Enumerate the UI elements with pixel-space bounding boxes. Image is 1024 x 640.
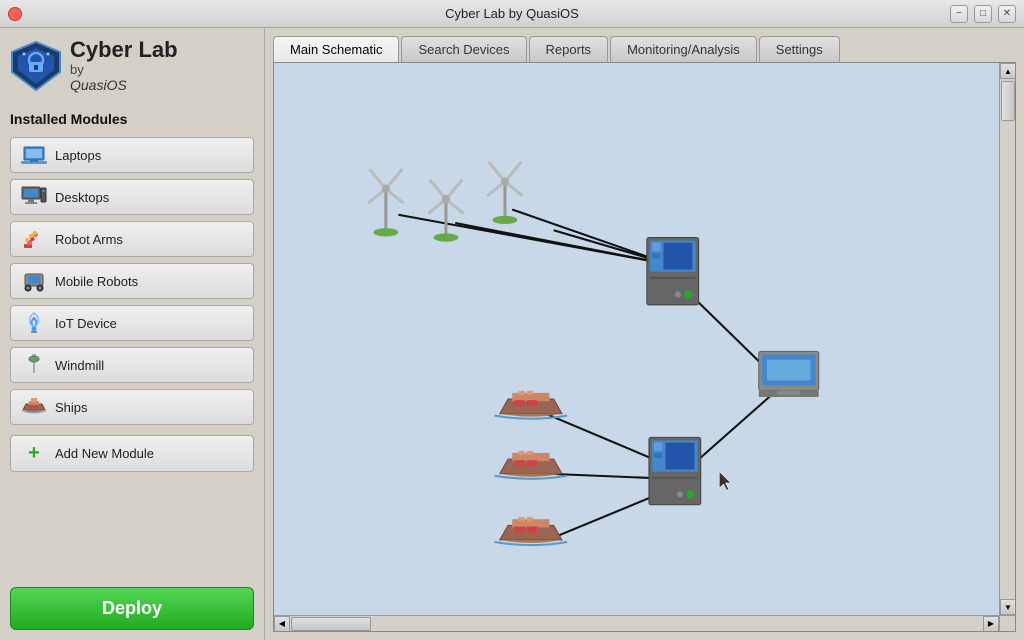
horizontal-scrollbar[interactable]: ◀ ▶ [274, 615, 999, 631]
mobile-robots-label: Mobile Robots [55, 274, 138, 289]
module-ships[interactable]: Ships [10, 389, 254, 425]
maximize-button[interactable]: □ [974, 5, 992, 23]
tab-bar: Main Schematic Search Devices Reports Mo… [273, 36, 1016, 62]
ship-icon [21, 396, 47, 418]
laptop-icon [21, 144, 47, 166]
scroll-thumb-horizontal[interactable] [291, 617, 371, 631]
module-mobile-robots[interactable]: Mobile Robots [10, 263, 254, 299]
module-robot-arms[interactable]: Robot Arms [10, 221, 254, 257]
scroll-down-arrow[interactable]: ▼ [1000, 599, 1015, 615]
content-area: Main Schematic Search Devices Reports Mo… [265, 28, 1024, 640]
tab-monitoring[interactable]: Monitoring/Analysis [610, 36, 757, 62]
installed-modules-title: Installed Modules [10, 111, 254, 127]
minimize-button[interactable]: − [950, 5, 968, 23]
tab-settings[interactable]: Settings [759, 36, 840, 62]
windmill-label: Windmill [55, 358, 104, 373]
module-desktops[interactable]: Desktops [10, 179, 254, 215]
logo-line1: Cyber Lab [70, 38, 178, 62]
desktops-label: Desktops [55, 190, 109, 205]
iot-icon [21, 312, 47, 334]
scroll-left-arrow[interactable]: ◀ [274, 616, 290, 632]
logo-area: Cyber Lab by QuasiOS [10, 38, 254, 93]
tab-search-devices[interactable]: Search Devices [401, 36, 526, 62]
desktop-icon [21, 186, 47, 208]
add-module-label: Add New Module [55, 446, 154, 461]
module-laptops[interactable]: Laptops [10, 137, 254, 173]
schematic-canvas[interactable]: ▲ ▼ ◀ ▶ [274, 63, 1015, 631]
scroll-up-arrow[interactable]: ▲ [1000, 63, 1015, 79]
vertical-scrollbar[interactable]: ▲ ▼ [999, 63, 1015, 615]
sidebar: Cyber Lab by QuasiOS Installed Modules L… [0, 28, 265, 640]
main-container: Cyber Lab by QuasiOS Installed Modules L… [0, 28, 1024, 640]
close-traffic-light[interactable] [8, 7, 22, 21]
robot-arms-label: Robot Arms [55, 232, 123, 247]
network-diagram [274, 63, 999, 615]
logo-text: Cyber Lab by QuasiOS [70, 38, 178, 93]
add-module-button[interactable]: + Add New Module [10, 435, 254, 472]
scroll-corner [999, 615, 1015, 631]
schematic-wrapper: ▲ ▼ ◀ ▶ [273, 62, 1016, 632]
add-icon: + [21, 442, 47, 465]
module-windmill[interactable]: Windmill [10, 347, 254, 383]
window-title: Cyber Lab by QuasiOS [445, 6, 579, 21]
scroll-thumb-vertical[interactable] [1001, 81, 1015, 121]
laptops-label: Laptops [55, 148, 101, 163]
scroll-right-arrow[interactable]: ▶ [983, 616, 999, 632]
logo-shield-icon [10, 40, 62, 92]
close-button[interactable]: ✕ [998, 5, 1016, 23]
logo-line2: by QuasiOS [70, 62, 178, 93]
title-bar-left [8, 7, 22, 21]
title-bar: Cyber Lab by QuasiOS − □ ✕ [0, 0, 1024, 28]
ships-label: Ships [55, 400, 88, 415]
tab-reports[interactable]: Reports [529, 36, 609, 62]
mobile-robot-icon [21, 270, 47, 292]
iot-device-label: IoT Device [55, 316, 117, 331]
tab-main-schematic[interactable]: Main Schematic [273, 36, 399, 62]
deploy-button[interactable]: Deploy [10, 587, 254, 630]
robot-arm-icon [21, 228, 47, 250]
windmill-icon [21, 354, 47, 376]
title-bar-controls: − □ ✕ [950, 5, 1016, 23]
module-iot-device[interactable]: IoT Device [10, 305, 254, 341]
